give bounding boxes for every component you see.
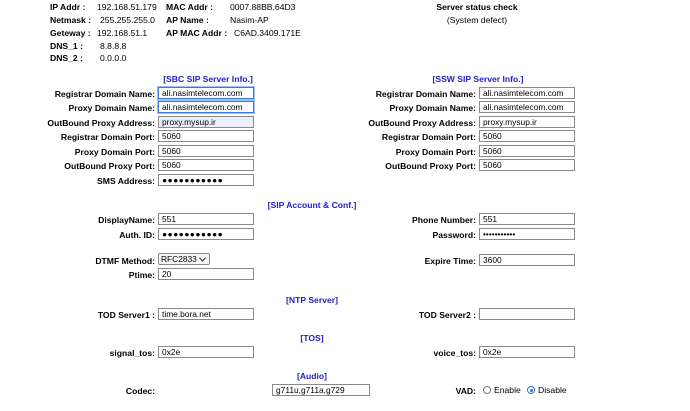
sbc-registrar-domain-label: Registrar Domain Name: [54,89,155,99]
display-name-label: DisplayName: [98,215,155,225]
vad-disable-option[interactable]: Disable [527,385,567,395]
sbc-outbound-port-label: OutBound Proxy Port: [64,161,155,171]
ap-mac-value: C6AD.3409.171E [234,28,301,38]
ap-mac-label: AP MAC Addr : [166,28,228,38]
voice-tos-input[interactable]: 0x2e [479,346,575,358]
ip-value: 192.168.51.179 [97,2,157,12]
ssw-proxy-domain-label: Proxy Domain Name: [389,103,476,113]
voice-tos-label: voice_tos: [433,348,476,358]
sbc-proxy-domain-input[interactable]: ali.nasimtelecom.com [158,101,254,113]
ntp-section-title: [NTP Server] [286,295,338,305]
dtmf-method-value: RFC2833 [161,254,197,264]
dns1-label: DNS_1 : [50,41,83,51]
auth-id-input[interactable]: ●●●●●●●●●●● [158,228,254,240]
ssw-proxy-port-label: Proxy Domain Port: [395,147,476,157]
ap-name-label: AP Name : [166,15,209,25]
vad-label: VAD: [455,386,476,396]
ssw-registrar-domain-input[interactable]: ali.nasimtelecom.com [479,87,575,99]
sbc-proxy-domain-label: Proxy Domain Name: [68,103,155,113]
ssw-registrar-port-label: Registrar Domain Port: [381,132,476,142]
sbc-registrar-domain-input[interactable]: ali.nasimtelecom.com [158,87,254,99]
dtmf-method-select[interactable]: RFC2833 [158,253,210,265]
ssw-outbound-port-label: OutBound Proxy Port: [385,161,476,171]
password-input[interactable]: ••••••••••• [479,228,575,240]
gateway-value: 192.168.51.1 [97,28,148,38]
sbc-sms-input[interactable]: ●●●●●●●●●●● [158,174,254,186]
server-status-value: (System defect) [446,15,508,25]
tod-server2-label: TOD Server2 : [418,310,476,320]
signal-tos-input[interactable]: 0x2e [158,346,254,358]
tod-server1-input[interactable]: time.bora.net [158,308,254,320]
ssw-proxy-port-input[interactable]: 5060 [479,145,575,157]
sbc-outbound-port-input[interactable]: 5060 [158,159,254,171]
dns2-label: DNS_2 : [50,53,83,63]
sbc-proxy-port-input[interactable]: 5060 [158,145,254,157]
sbc-proxy-port-label: Proxy Domain Port: [74,147,155,157]
ap-name-value: Nasim-AP [230,15,269,25]
vad-enable-option[interactable]: Enable [483,385,521,395]
sbc-section-title: [SBC SIP Server Info.] [163,74,253,84]
expire-time-label: Expire Time: [424,256,476,266]
auth-id-label: Auth. ID: [119,230,155,240]
display-name-input[interactable]: 551 [158,213,254,225]
phone-number-input[interactable]: 551 [479,213,575,225]
phone-number-label: Phone Number: [412,215,476,225]
tos-section-title: [TOS] [300,333,324,343]
ssw-registrar-domain-label: Registrar Domain Name: [375,89,476,99]
ptime-label: Ptime: [128,270,155,280]
expire-time-input[interactable]: 3600 [479,254,575,266]
account-section-title: [SIP Account & Conf.] [267,200,357,210]
ssw-outbound-proxy-input[interactable]: proxy.mysup.ir [479,116,575,128]
ssw-outbound-proxy-label: OutBound Proxy Address: [368,118,476,128]
vad-enable-radio[interactable] [483,386,491,394]
mac-value: 0007.88BB.64D3 [230,2,296,12]
signal-tos-label: signal_tos: [109,348,155,358]
sbc-sms-label: SMS Address: [97,176,155,186]
ptime-input[interactable]: 20 [158,268,254,280]
dns1-value: 8.8.8.8 [100,41,127,51]
dns2-value: 0.0.0.0 [100,53,127,63]
vad-disable-label: Disable [538,385,567,395]
ip-label: IP Addr : [50,2,86,12]
password-label: Password: [432,230,476,240]
chevron-down-icon [199,257,206,262]
server-status-title: Server status check [436,2,518,12]
sbc-registrar-port-input[interactable]: 5060 [158,130,254,142]
netmask-value: 255.255.255.0 [100,15,155,25]
codec-label: Codec: [125,386,155,396]
ssw-proxy-domain-input[interactable]: ali.nasimtelecom.com [479,101,575,113]
sbc-registrar-port-label: Registrar Domain Port: [60,132,155,142]
ssw-section-title: [SSW SIP Server Info.] [432,74,524,84]
vad-disable-radio[interactable] [527,386,535,394]
dtmf-method-label: DTMF Method: [95,256,155,266]
ssw-registrar-port-input[interactable]: 5060 [479,130,575,142]
netmask-label: Netmask : [50,15,92,25]
sbc-outbound-proxy-label: OutBound Proxy Address: [47,118,155,128]
gateway-label: Geteway : [50,28,91,38]
tod-server2-input[interactable] [479,308,575,320]
sbc-outbound-proxy-input[interactable]: proxy.mysup.ir [158,116,254,128]
audio-section-title: [Audio] [296,371,328,381]
tod-server1-label: TOD Server1 : [97,310,155,320]
ssw-outbound-port-input[interactable]: 5060 [479,159,575,171]
mac-label: MAC Addr : [166,2,213,12]
vad-enable-label: Enable [494,385,521,395]
